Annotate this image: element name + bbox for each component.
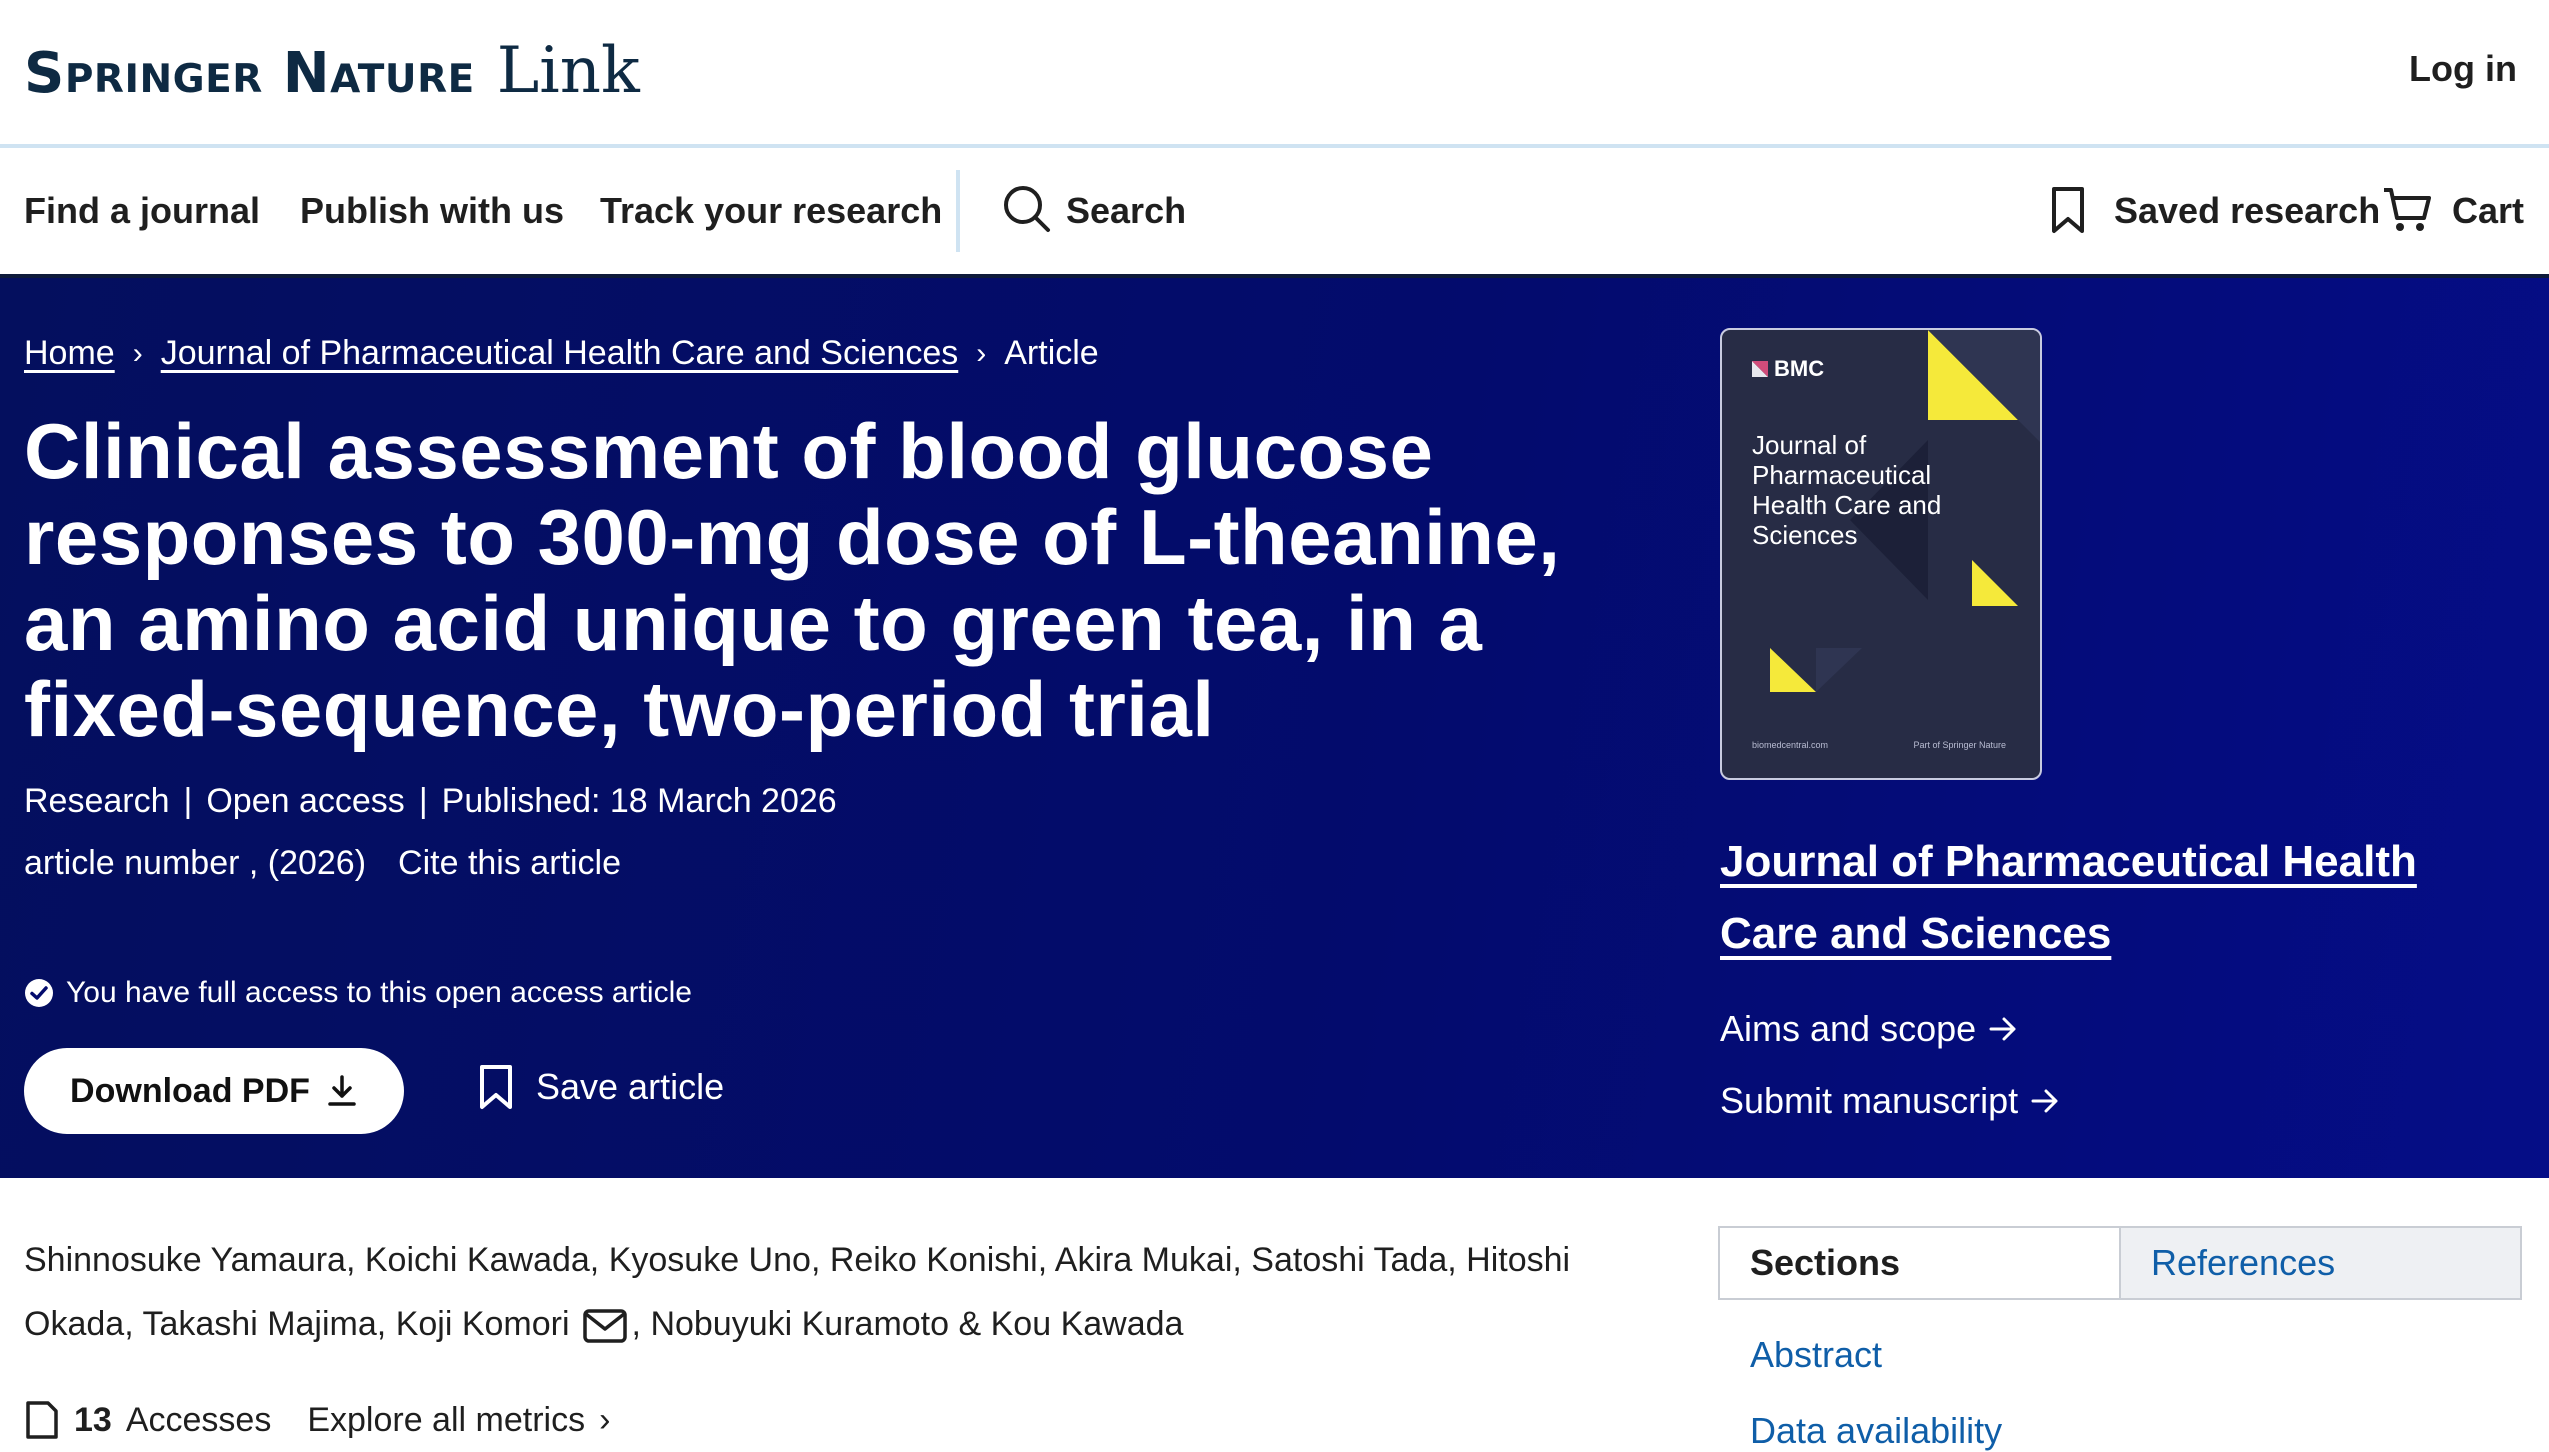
article-hero: Home › Journal of Pharmaceutical Health … bbox=[0, 278, 2549, 1178]
email-icon[interactable] bbox=[582, 1308, 628, 1344]
access-notice: You have full access to this open access… bbox=[24, 976, 692, 1010]
author-link[interactable]: Nobuyuki Kuramoto bbox=[650, 1305, 949, 1343]
article-type: Research bbox=[24, 782, 170, 820]
nav-find-journal[interactable]: Find a journal bbox=[24, 190, 260, 232]
chevron-right-icon: › bbox=[976, 336, 987, 370]
cover-footer-right: Part of Springer Nature bbox=[1913, 740, 2006, 750]
cart-icon[interactable] bbox=[2382, 186, 2432, 239]
nav-publish-with-us[interactable]: Publish with us bbox=[300, 190, 564, 232]
login-link[interactable]: Log in bbox=[2409, 48, 2517, 90]
article-meta: Research | Open access | Published: 18 March… bbox=[24, 782, 837, 821]
document-icon bbox=[26, 1401, 58, 1439]
cite-article-link[interactable]: Cite this article bbox=[398, 844, 621, 882]
published-date: Published: 18 March 2026 bbox=[441, 782, 837, 820]
tab-references[interactable]: References bbox=[2119, 1228, 2520, 1298]
bookmark-icon[interactable] bbox=[2050, 186, 2086, 239]
access-prefix: You have full access to this bbox=[66, 976, 427, 1009]
nav-cart[interactable]: Cart bbox=[2452, 190, 2524, 232]
download-pdf-button[interactable]: Download PDF bbox=[24, 1048, 404, 1134]
submit-manuscript-link[interactable]: Submit manuscript bbox=[1720, 1080, 2018, 1122]
meta-separator: | bbox=[183, 782, 193, 820]
aims-and-scope[interactable]: Aims and scope bbox=[1720, 1008, 2018, 1050]
journal-name-link[interactable]: Journal of Pharmaceutical Health Care an… bbox=[1720, 826, 2500, 970]
bmc-logo-icon bbox=[1752, 361, 1768, 377]
main-nav: Find a journal Publish with us Track you… bbox=[0, 148, 2549, 278]
author-link[interactable]: Akira Mukai bbox=[1055, 1241, 1233, 1279]
access-open-access-link[interactable]: open access bbox=[435, 976, 603, 1010]
breadcrumb-journal[interactable]: Journal of Pharmaceutical Health Care an… bbox=[161, 334, 959, 373]
submit-manuscript[interactable]: Submit manuscript bbox=[1720, 1080, 2060, 1122]
check-circle-icon bbox=[25, 979, 53, 1007]
author-link[interactable]: Koji Komori bbox=[396, 1305, 570, 1343]
aims-and-scope-link[interactable]: Aims and scope bbox=[1720, 1008, 1976, 1050]
save-article-link[interactable]: Save article bbox=[536, 1066, 724, 1108]
cover-publisher: BMC bbox=[1752, 356, 1824, 382]
author-list: Shinnosuke Yamaura, Koichi Kawada, Kyosu… bbox=[24, 1241, 1571, 1344]
arrow-right-icon bbox=[1989, 1017, 2016, 1041]
arrow-right-icon bbox=[2031, 1089, 2058, 1113]
nav-track-research[interactable]: Track your research bbox=[600, 190, 942, 232]
download-icon bbox=[328, 1075, 356, 1106]
article-citation: article number , (2026) Cite this article bbox=[24, 844, 621, 883]
nav-divider bbox=[956, 170, 960, 252]
brand-main-text: Springer Nature bbox=[24, 41, 475, 106]
open-access-link[interactable]: Open access bbox=[206, 782, 404, 820]
bookmark-icon bbox=[480, 1065, 512, 1109]
sidebar-tabs: Sections References bbox=[1718, 1226, 2522, 1300]
breadcrumb-current: Article bbox=[1004, 334, 1099, 372]
journal-cover-image[interactable]: BMC Journal of Pharmaceutical Health Car… bbox=[1720, 328, 2042, 780]
cover-publisher-text: BMC bbox=[1774, 356, 1825, 381]
access-suffix: article bbox=[611, 976, 692, 1009]
author-link[interactable]: Reiko Konishi bbox=[830, 1241, 1038, 1279]
brand-logo[interactable]: Springer Nature Link bbox=[24, 34, 640, 114]
download-pdf-label: Download PDF bbox=[70, 1071, 310, 1110]
article-metrics: 13 Accesses Explore all metrics › bbox=[24, 1400, 610, 1440]
section-link-data-availability[interactable]: Data availability bbox=[1750, 1410, 2002, 1452]
nav-saved-research[interactable]: Saved research bbox=[2114, 190, 2380, 232]
breadcrumb-home[interactable]: Home bbox=[24, 334, 115, 373]
save-article[interactable]: Save article bbox=[478, 1064, 724, 1110]
article-title: Clinical assessment of blood glucose res… bbox=[24, 407, 1561, 753]
author-link[interactable]: Koichi Kawada bbox=[365, 1241, 590, 1279]
brand-sub-text: Link bbox=[496, 34, 640, 108]
cover-footer-left: biomedcentral.com bbox=[1752, 740, 1829, 750]
author-link[interactable]: Satoshi Tada bbox=[1251, 1241, 1447, 1279]
meta-separator: | bbox=[418, 782, 428, 820]
author-link[interactable]: Kyosuke Uno bbox=[609, 1241, 811, 1279]
tab-sections[interactable]: Sections bbox=[1720, 1228, 2119, 1298]
cover-title: Journal of Pharmaceutical Health Care an… bbox=[1752, 430, 1942, 550]
breadcrumb: Home › Journal of Pharmaceutical Health … bbox=[24, 334, 1099, 373]
author-link[interactable]: Kou Kawada bbox=[991, 1305, 1184, 1343]
cover-decoration bbox=[1770, 330, 2040, 692]
article-number: article number , (2026) bbox=[24, 844, 367, 882]
section-link-abstract[interactable]: Abstract bbox=[1750, 1334, 1882, 1376]
chevron-right-icon: › bbox=[132, 336, 143, 370]
nav-search[interactable]: Search bbox=[1066, 190, 1186, 232]
search-icon[interactable] bbox=[1002, 184, 1052, 239]
site-header: Springer Nature Link Log in bbox=[0, 0, 2549, 148]
author-link[interactable]: Takashi Majima bbox=[142, 1305, 376, 1343]
author-link[interactable]: Shinnosuke Yamaura bbox=[24, 1241, 346, 1279]
